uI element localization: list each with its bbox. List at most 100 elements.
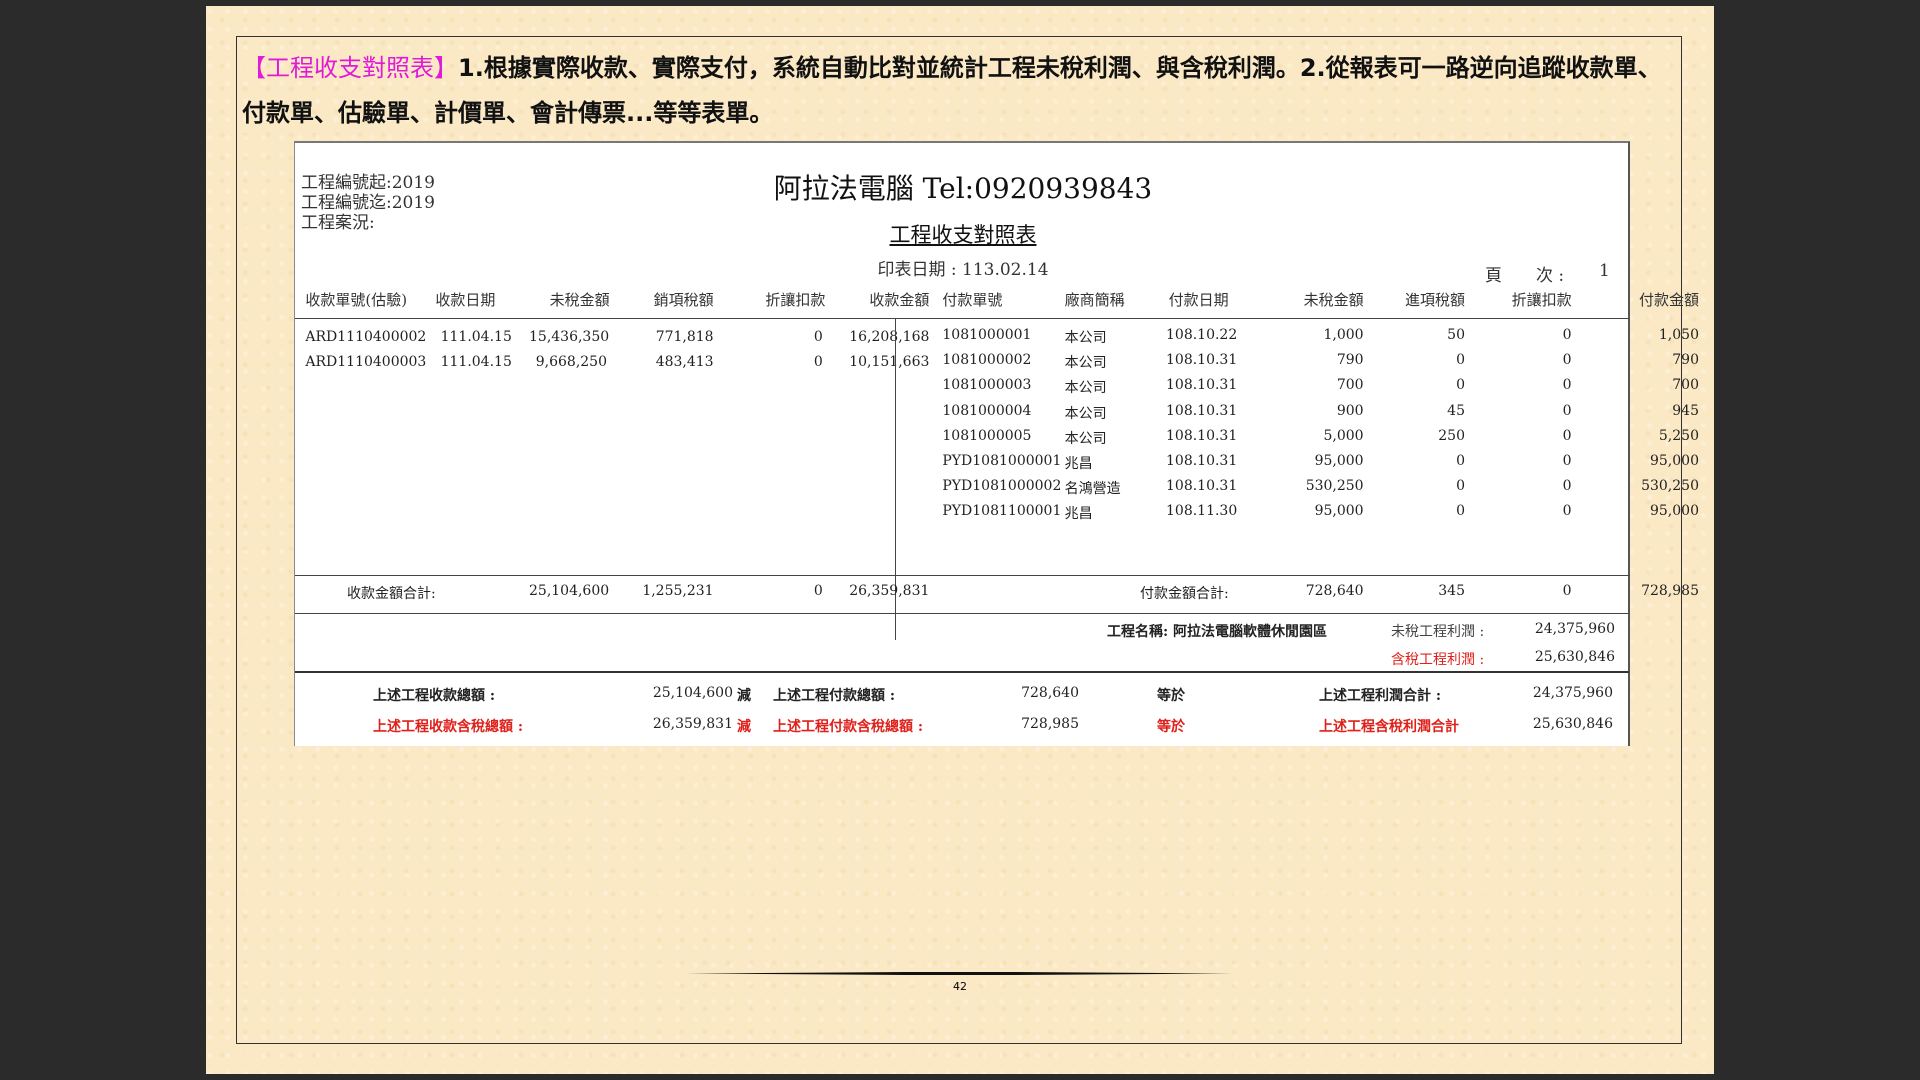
payment-cell: 790 bbox=[1672, 352, 1699, 369]
summary-recv-tax-value: 26,359,831 bbox=[652, 716, 733, 732]
column-header-row: 收款單號(估驗) 收款日期 未稅金額 銷項稅額 折讓扣款 收款金額 付款單號 廠商簡稱 付款日期… bbox=[295, 289, 1699, 319]
payment-cell: 0 bbox=[1456, 352, 1465, 369]
payment-cell: 95,000 bbox=[1649, 503, 1699, 520]
payment-cell: 0 bbox=[1562, 327, 1572, 343]
payment-cell: 108.10.31 bbox=[1166, 453, 1238, 469]
payment-cell: 45 bbox=[1447, 402, 1465, 419]
payment-cell: 108.10.31 bbox=[1166, 402, 1238, 419]
summary-pay-label: 上述工程付款總額 : bbox=[773, 688, 896, 704]
company-name: 阿拉法電腦 Tel:0920939843 bbox=[773, 172, 1153, 205]
payment-total-cell: 345 bbox=[1438, 583, 1465, 599]
summary-tax-equals: 等於 bbox=[1157, 719, 1185, 735]
payment-cell: 1081000001 bbox=[942, 327, 1032, 343]
payment-cell: 945 bbox=[1672, 402, 1699, 419]
receipt-col-header: 銷項稅額 bbox=[653, 291, 714, 309]
receipt-total-cell: 25,104,600 bbox=[529, 583, 610, 599]
payment-cell: 95,000 bbox=[1314, 503, 1364, 520]
summary-recv-value: 25,104,600 bbox=[652, 685, 733, 701]
payment-col-header: 未稅金額 bbox=[1303, 291, 1364, 309]
payment-row: PYD1081100001 兆昌 108.11.30 95,000 0 0 95,000 bbox=[295, 503, 1699, 533]
summary-profit-value: 24,375,960 bbox=[1532, 685, 1613, 701]
payment-col-header: 付款日期 bbox=[1168, 291, 1229, 309]
payment-cell: 108.10.31 bbox=[1166, 377, 1238, 394]
payment-cell: 0 bbox=[1456, 377, 1465, 394]
summary-recv-label: 上述工程收款總額 : bbox=[373, 688, 496, 704]
intro-paragraph: 【工程收支對照表】1.根據實際收款、實際支付，系統自動比對並統計工程未稅利潤、與… bbox=[242, 46, 1682, 136]
payment-cell: 1,050 bbox=[1658, 327, 1699, 343]
receipt-total-label: 收款金額合計: bbox=[347, 586, 436, 602]
receipt-total-cell: 0 bbox=[813, 583, 823, 599]
payment-col-header: 付款金額 bbox=[1638, 291, 1699, 309]
totals-bottom-rule bbox=[295, 613, 1629, 614]
payment-cell: 1,000 bbox=[1323, 327, 1364, 343]
receipt-col-header: 折讓扣款 bbox=[765, 291, 826, 309]
payment-cell: 530,250 bbox=[1305, 478, 1364, 495]
payment-col-header: 廠商簡稱 bbox=[1064, 291, 1125, 309]
receipt-col-header: 收款日期 bbox=[435, 291, 496, 309]
payment-cell: 700 bbox=[1336, 377, 1364, 394]
payment-cell: 95,000 bbox=[1649, 453, 1699, 469]
payment-cell: 0 bbox=[1456, 503, 1465, 520]
payment-total-cell: 0 bbox=[1562, 583, 1572, 599]
document-page: 【工程收支對照表】1.根據實際收款、實際支付，系統自動比對並統計工程未稅利潤、與… bbox=[206, 6, 1714, 1074]
print-date: 印表日期 : 113.02.14 bbox=[877, 260, 1049, 280]
payment-cell: 兆昌 bbox=[1064, 506, 1093, 523]
receipt-total-cell: 26,359,831 bbox=[849, 583, 930, 599]
payment-col-header: 付款單號 bbox=[942, 291, 1003, 309]
payment-cell: 1081000002 bbox=[942, 352, 1032, 369]
payment-cell: 700 bbox=[1672, 377, 1699, 394]
payment-cell: PYD1081000001 bbox=[942, 453, 1062, 469]
payment-cell: 0 bbox=[1562, 402, 1572, 419]
report-title: 工程收支對照表 bbox=[889, 223, 1037, 247]
summary-minus: 減 bbox=[737, 688, 751, 704]
payment-col-header: 折讓扣款 bbox=[1511, 291, 1572, 309]
payment-cell: 1081000005 bbox=[942, 427, 1032, 444]
receipt-total-cell: 1,255,231 bbox=[642, 583, 714, 599]
payment-cell: 0 bbox=[1456, 453, 1465, 469]
payment-cell: 本公司 bbox=[1064, 380, 1107, 397]
report-image: 工程編號起:2019 工程編號迄:2019 工程案況: 阿拉法電腦 Tel:09… bbox=[294, 141, 1699, 746]
page-number: 1 bbox=[1599, 261, 1610, 281]
page-footer-number: 42 bbox=[953, 980, 967, 993]
payment-total-label: 付款金額合計: bbox=[1140, 586, 1229, 602]
payment-cell: 本公司 bbox=[1064, 330, 1107, 346]
payment-cell: 95,000 bbox=[1314, 453, 1364, 469]
payment-cell: 1081000003 bbox=[942, 377, 1032, 394]
payment-cell: 0 bbox=[1562, 352, 1572, 369]
payment-cell: 108.10.31 bbox=[1166, 478, 1238, 495]
payment-cell: 5,000 bbox=[1323, 427, 1364, 444]
payment-total-cell: 728,985 bbox=[1641, 583, 1699, 599]
payment-cell: 0 bbox=[1562, 503, 1572, 520]
payment-cell: 108.10.31 bbox=[1166, 352, 1238, 369]
receipt-col-header: 未稅金額 bbox=[549, 291, 610, 309]
payment-cell: 108.10.31 bbox=[1166, 427, 1238, 444]
receipt-col-header: 收款金額 bbox=[869, 291, 930, 309]
payment-cell: 530,250 bbox=[1641, 478, 1699, 495]
pretax-profit-label: 未稅工程利潤 : bbox=[1391, 624, 1485, 640]
payment-cell: 0 bbox=[1562, 478, 1572, 495]
header-rule bbox=[295, 318, 1629, 319]
payment-cell: 0 bbox=[1562, 453, 1572, 469]
payment-cell: 5,250 bbox=[1658, 427, 1699, 444]
project-name: 工程名稱: 阿拉法電腦軟體休閒園區 bbox=[1107, 624, 1328, 640]
payment-cell: 0 bbox=[1562, 377, 1572, 394]
page-label: 頁 次 : bbox=[1485, 266, 1565, 286]
receipt-col-header: 收款單號(估驗) bbox=[305, 291, 408, 309]
taxed-profit-label: 含稅工程利潤 : bbox=[1391, 652, 1485, 668]
payment-cell: 790 bbox=[1336, 352, 1364, 369]
payment-cell: PYD1081100001 bbox=[942, 503, 1062, 520]
summary-pay-value: 728,640 bbox=[1021, 685, 1079, 701]
payment-cell: 1081000004 bbox=[942, 402, 1032, 419]
pretax-profit-value: 24,375,960 bbox=[1534, 621, 1615, 637]
taxed-profit-value: 25,630,846 bbox=[1534, 649, 1615, 665]
payment-cell: 0 bbox=[1456, 478, 1465, 495]
payment-cell: PYD1081000002 bbox=[942, 478, 1062, 495]
summary-recv-tax-label: 上述工程收款含稅總額 : bbox=[373, 719, 524, 735]
payment-cell: 50 bbox=[1447, 327, 1465, 343]
payment-cell: 250 bbox=[1438, 427, 1465, 444]
summary-profit-label: 上述工程利潤合計 : bbox=[1319, 688, 1442, 704]
payment-cell: 本公司 bbox=[1064, 405, 1107, 422]
payment-cell: 0 bbox=[1562, 427, 1572, 444]
payment-cell: 本公司 bbox=[1064, 355, 1107, 372]
summary-tax-minus: 減 bbox=[737, 719, 751, 735]
